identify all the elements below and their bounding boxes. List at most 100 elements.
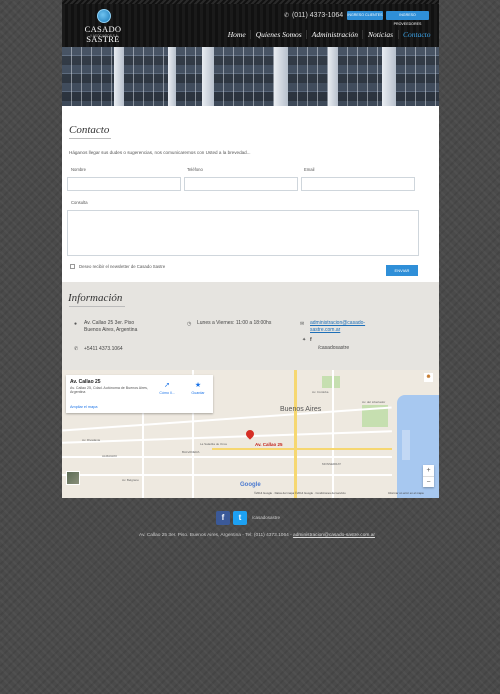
info-address: Av. Callao 25 3er. Piso Buenos Aires, Ar… (84, 320, 137, 333)
email-icon: ✉ (300, 321, 305, 327)
map-label-rivadavia: Av. Rivadavia (82, 438, 101, 442)
map-label-balvanera: BALVANERA (182, 450, 200, 454)
newsletter-checkbox[interactable] (70, 264, 75, 270)
star-icon: ★ (194, 382, 202, 389)
nav-home[interactable]: Home (223, 30, 250, 39)
info-phone: +5411 4373.1064 (84, 346, 123, 352)
zoom-in-button[interactable]: + (423, 465, 434, 476)
banner-window (396, 47, 439, 106)
nav-noticias[interactable]: Noticias (362, 30, 397, 39)
map-marker-label: Av. Callao 25 (255, 442, 283, 447)
enviar-button[interactable]: ENVIAR (386, 265, 418, 276)
banner-window (176, 47, 202, 106)
map-road (332, 370, 334, 498)
header-phone: ✆ (011) 4373-1064 (284, 12, 343, 19)
google-logo: Google (240, 482, 261, 488)
nav-administracion[interactable]: Administración (306, 30, 362, 39)
email-line-2: sastre.com.ar (310, 326, 341, 333)
header-stripe (62, 0, 439, 4)
map-label-monserrat: MONSERRAT (322, 462, 341, 466)
map-label-belgrano: Av. Belgrano (122, 478, 139, 482)
contact-intro: Háganos llegar sus dudes o sugerencias, … (69, 150, 251, 155)
street-view-pegman-icon[interactable]: ☻ (424, 373, 433, 382)
map-card-address: Av. Callao 25, Cdad. Autónoma de Buenos … (70, 386, 148, 395)
footer-social-handle[interactable]: /casadosastre (252, 515, 280, 520)
location-pin-icon: ● (74, 321, 78, 327)
consulta-textarea[interactable] (67, 210, 419, 256)
contact-title: Contacto (69, 124, 110, 136)
map-avenue-rivadavia (212, 448, 392, 450)
nombre-input[interactable] (67, 177, 181, 191)
footer-facebook-icon[interactable]: f (216, 511, 230, 525)
footer-address: Av. Callao 25 3er. Piso. Buenos Aires, A… (139, 533, 375, 538)
map-dock (402, 430, 410, 460)
banner-pillar (274, 47, 288, 106)
clock-icon: ◷ (187, 321, 192, 327)
banner-pillar (114, 47, 124, 106)
footer-email-link[interactable]: administracion@casado-sastre.com.ar (293, 533, 375, 538)
main-nav: Home Quienes Somos Administración Notici… (223, 30, 435, 39)
ingreso-clientes-button[interactable]: INGRESO CLIENTES (347, 11, 383, 20)
banner-pillar (382, 47, 396, 106)
save-label: Guardar (191, 391, 205, 395)
banner-window (62, 47, 114, 106)
map-park (322, 376, 340, 388)
zoom-out-button[interactable]: − (423, 476, 434, 487)
map-label-cordoba: Av. Córdoba (312, 390, 329, 394)
info-social-handle[interactable]: /casadosastre (318, 345, 349, 352)
telefono-label: Teléfono (187, 167, 203, 172)
map-report-error-link[interactable]: Informar un error en el mapa (388, 491, 424, 495)
page-wrapper: CASADO SASTRE Y ASOCIADOS S.A. ✆ (011) 4… (62, 0, 439, 498)
building-banner-image (62, 47, 439, 106)
banner-pillar (202, 47, 214, 106)
nombre-label: Nombre (71, 167, 86, 172)
email-label: Email (304, 167, 315, 172)
title-underline (69, 306, 125, 307)
directions-label: Cómo ll... (159, 391, 175, 395)
address-line-1: Av. Callao 25 3er. Piso (84, 320, 135, 326)
map-district-label: Buenos Aires (280, 406, 322, 413)
newsletter-option: Deseo recibir el newsletter de Casado Sa… (70, 264, 165, 270)
directions-button[interactable]: ➚ Cómo ll... (152, 381, 182, 395)
banner-window (124, 47, 168, 106)
map-label-saladita: La Saladita de Once (200, 442, 228, 446)
map-label-almagro: ALMAGRO (102, 454, 118, 458)
phone-icon: ✆ (74, 346, 79, 352)
nav-contacto[interactable]: Contacto (397, 30, 436, 39)
nav-quienes-somos[interactable]: Quienes Somos (250, 30, 306, 39)
directions-icon: ➚ (164, 382, 170, 389)
save-button[interactable]: ★ Guardar (183, 381, 213, 395)
address-line-2: Buenos Aires, Argentina (84, 326, 138, 333)
map-road (142, 410, 144, 498)
email-input[interactable] (301, 177, 415, 191)
site-header: CASADO SASTRE Y ASOCIADOS S.A. ✆ (011) 4… (62, 0, 439, 47)
logo[interactable]: CASADO SASTRE Y ASOCIADOS S.A. (68, 8, 138, 44)
map-road (62, 474, 392, 476)
banner-window (214, 47, 274, 106)
map-avenue-callao (294, 370, 297, 498)
banner-window (338, 47, 382, 106)
banner-window (288, 47, 328, 106)
ampliar-mapa-link[interactable]: Ampliar el mapa (70, 405, 97, 409)
phone-icon: ✆ (284, 13, 290, 19)
info-email[interactable]: administracion@casado- sastre.com.ar (310, 320, 365, 333)
info-title: Información (68, 292, 123, 304)
info-hours: Lunes a Viernes: 11:00 a 18:00hs (197, 320, 272, 326)
google-map[interactable]: Buenos Aires BALVANERA ALMAGRO MONSERRAT… (62, 370, 439, 498)
facebook-icon[interactable]: f (310, 337, 312, 344)
info-section: Información ● Av. Callao 25 3er. Piso Bu… (62, 282, 439, 370)
logo-swirl-icon (97, 9, 111, 23)
ingreso-proveedores-button[interactable]: INGRESO PROVEEDORES (386, 11, 429, 26)
zoom-control: + − (423, 465, 434, 487)
footer-twitter-icon[interactable]: t (233, 511, 247, 525)
footer-address-text: Av. Callao 25 3er. Piso. Buenos Aires, A… (139, 533, 294, 538)
satellite-toggle[interactable] (66, 471, 80, 485)
email-line-1: administracion@casado- (310, 320, 366, 326)
telefono-input[interactable] (184, 177, 298, 191)
twitter-icon: ✦ (302, 337, 307, 343)
contact-section: Contacto Háganos llegar sus dudes o suge… (62, 106, 439, 282)
map-label-libertador: Av. del Libertador (362, 400, 386, 404)
banner-pillar (168, 47, 176, 106)
map-marker-icon[interactable] (244, 428, 256, 440)
consulta-label: Consulta (71, 200, 88, 205)
